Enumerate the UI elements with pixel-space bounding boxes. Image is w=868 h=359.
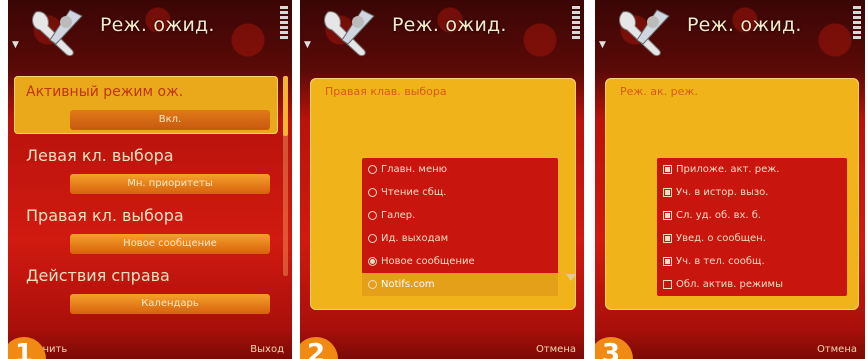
screen-active-mode-apps: Реж. ожид. ▼ Реж. ак. реж. Приложе. акт.… (595, 0, 865, 359)
option-item[interactable]: Новое сообщение (362, 250, 558, 273)
header: Реж. ожид. ▼ (300, 0, 584, 66)
radio-icon (368, 210, 377, 220)
popup-title: Правая клав. выбора (325, 85, 447, 98)
setting-label: Действия справа (26, 266, 170, 285)
option-label: Сл. уд. об. вх. б. (676, 210, 762, 221)
option-item[interactable]: Обл. актив. режимы (657, 273, 847, 296)
checkbox-checked-icon (663, 187, 672, 197)
setting-right-actions[interactable]: Действия справа Календарь (14, 260, 278, 318)
setting-label: Правая кл. выбора (26, 206, 184, 225)
screen-right-softkey-select: Реж. ожид. ▼ Правая клав. выбора Главн. … (300, 0, 584, 359)
radio-icon (368, 279, 377, 289)
setting-label: Активный режим ож. (26, 84, 184, 100)
option-label: Чтение сбщ. (381, 187, 447, 198)
setting-right-softkey[interactable]: Правая кл. выбора Новое сообщение (14, 200, 278, 258)
option-item[interactable]: Уч. в истор. вызо. (657, 181, 847, 204)
softkey-bar: OK Отмена (300, 337, 584, 355)
option-item[interactable]: Чтение сбщ. (362, 181, 558, 204)
setting-active-standby[interactable]: Активный режим ож. Вкл. (14, 76, 278, 134)
wrench-icon (324, 9, 375, 57)
wrench-icon (619, 9, 670, 57)
option-item[interactable]: Уч. в тел. сообщ. (657, 250, 847, 273)
signal-icon: ▼ (304, 40, 311, 50)
setting-value: Мн. приоритеты (70, 174, 270, 194)
checkbox-checked-icon (663, 164, 672, 174)
option-item[interactable]: Сл. уд. об. вх. б. (657, 204, 847, 227)
setting-value: Календарь (70, 294, 270, 314)
setting-value: Новое сообщение (70, 234, 270, 254)
checkbox-icon (663, 279, 672, 289)
page-title: Реж. ожид. (100, 14, 215, 36)
right-softkey[interactable]: Отмена (817, 344, 857, 355)
checkbox-checked-icon (663, 233, 672, 243)
option-item[interactable]: Приложе. акт. реж. (657, 158, 847, 181)
setting-label: Левая кл. выбора (26, 146, 174, 165)
option-label: Уч. в тел. сообщ. (676, 256, 765, 267)
checkbox-checked-icon (663, 256, 672, 266)
scrollbar[interactable] (283, 76, 288, 276)
option-label: Галер. (381, 210, 416, 221)
option-label: Главн. меню (381, 164, 448, 175)
option-label: Приложе. акт. реж. (676, 164, 780, 175)
screen-standby-settings: Реж. ожид. ▼ Активный режим ож. Вкл. Лев… (8, 0, 292, 359)
radio-icon (368, 187, 377, 197)
setting-left-softkey[interactable]: Левая кл. выбора Мн. приоритеты (14, 140, 278, 198)
page-title: Реж. ожид. (687, 14, 802, 36)
option-label: Ид. выходам (381, 233, 449, 244)
signal-icon: ▼ (599, 40, 606, 50)
option-item[interactable]: Главн. меню (362, 158, 558, 181)
checkbox-checked-icon (663, 210, 672, 220)
option-list: Приложе. акт. реж. Уч. в истор. вызо. Сл… (657, 158, 847, 296)
radio-selected-icon (368, 256, 377, 266)
wrench-icon (32, 9, 83, 57)
header: Реж. ожид. ▼ (8, 0, 292, 66)
radio-icon (368, 164, 377, 174)
scroll-down-icon (566, 274, 576, 281)
battery-indicator (280, 6, 288, 40)
page-title: Реж. ожид. (392, 14, 507, 36)
option-label: Новое сообщение (381, 256, 475, 267)
right-softkey[interactable]: Отмена (536, 344, 576, 355)
right-softkey[interactable]: Выход (250, 344, 284, 355)
option-item[interactable]: Галер. (362, 204, 558, 227)
option-label: Уч. в истор. вызо. (676, 187, 769, 198)
option-item[interactable]: Ид. выходам (362, 227, 558, 250)
option-label: Увед. о сообщен. (676, 233, 766, 244)
signal-icon: ▼ (12, 40, 19, 50)
option-label: Обл. актив. режимы (676, 279, 783, 290)
option-list: Главн. меню Чтение сбщ. Галер. Ид. выход… (362, 158, 558, 296)
softkey-bar: Изменить Выход (8, 337, 292, 355)
option-item[interactable]: Увед. о сообщен. (657, 227, 847, 250)
header: Реж. ожид. ▼ (595, 0, 865, 66)
setting-value: Вкл. (70, 110, 270, 130)
battery-indicator (853, 6, 861, 40)
option-label: Notifs.com (381, 279, 435, 290)
option-item-focused[interactable]: Notifs.com (362, 273, 558, 296)
battery-indicator (572, 6, 580, 40)
radio-icon (368, 233, 377, 243)
popup-title: Реж. ак. реж. (620, 85, 698, 98)
softkey-bar: OK Отмена (595, 337, 865, 355)
